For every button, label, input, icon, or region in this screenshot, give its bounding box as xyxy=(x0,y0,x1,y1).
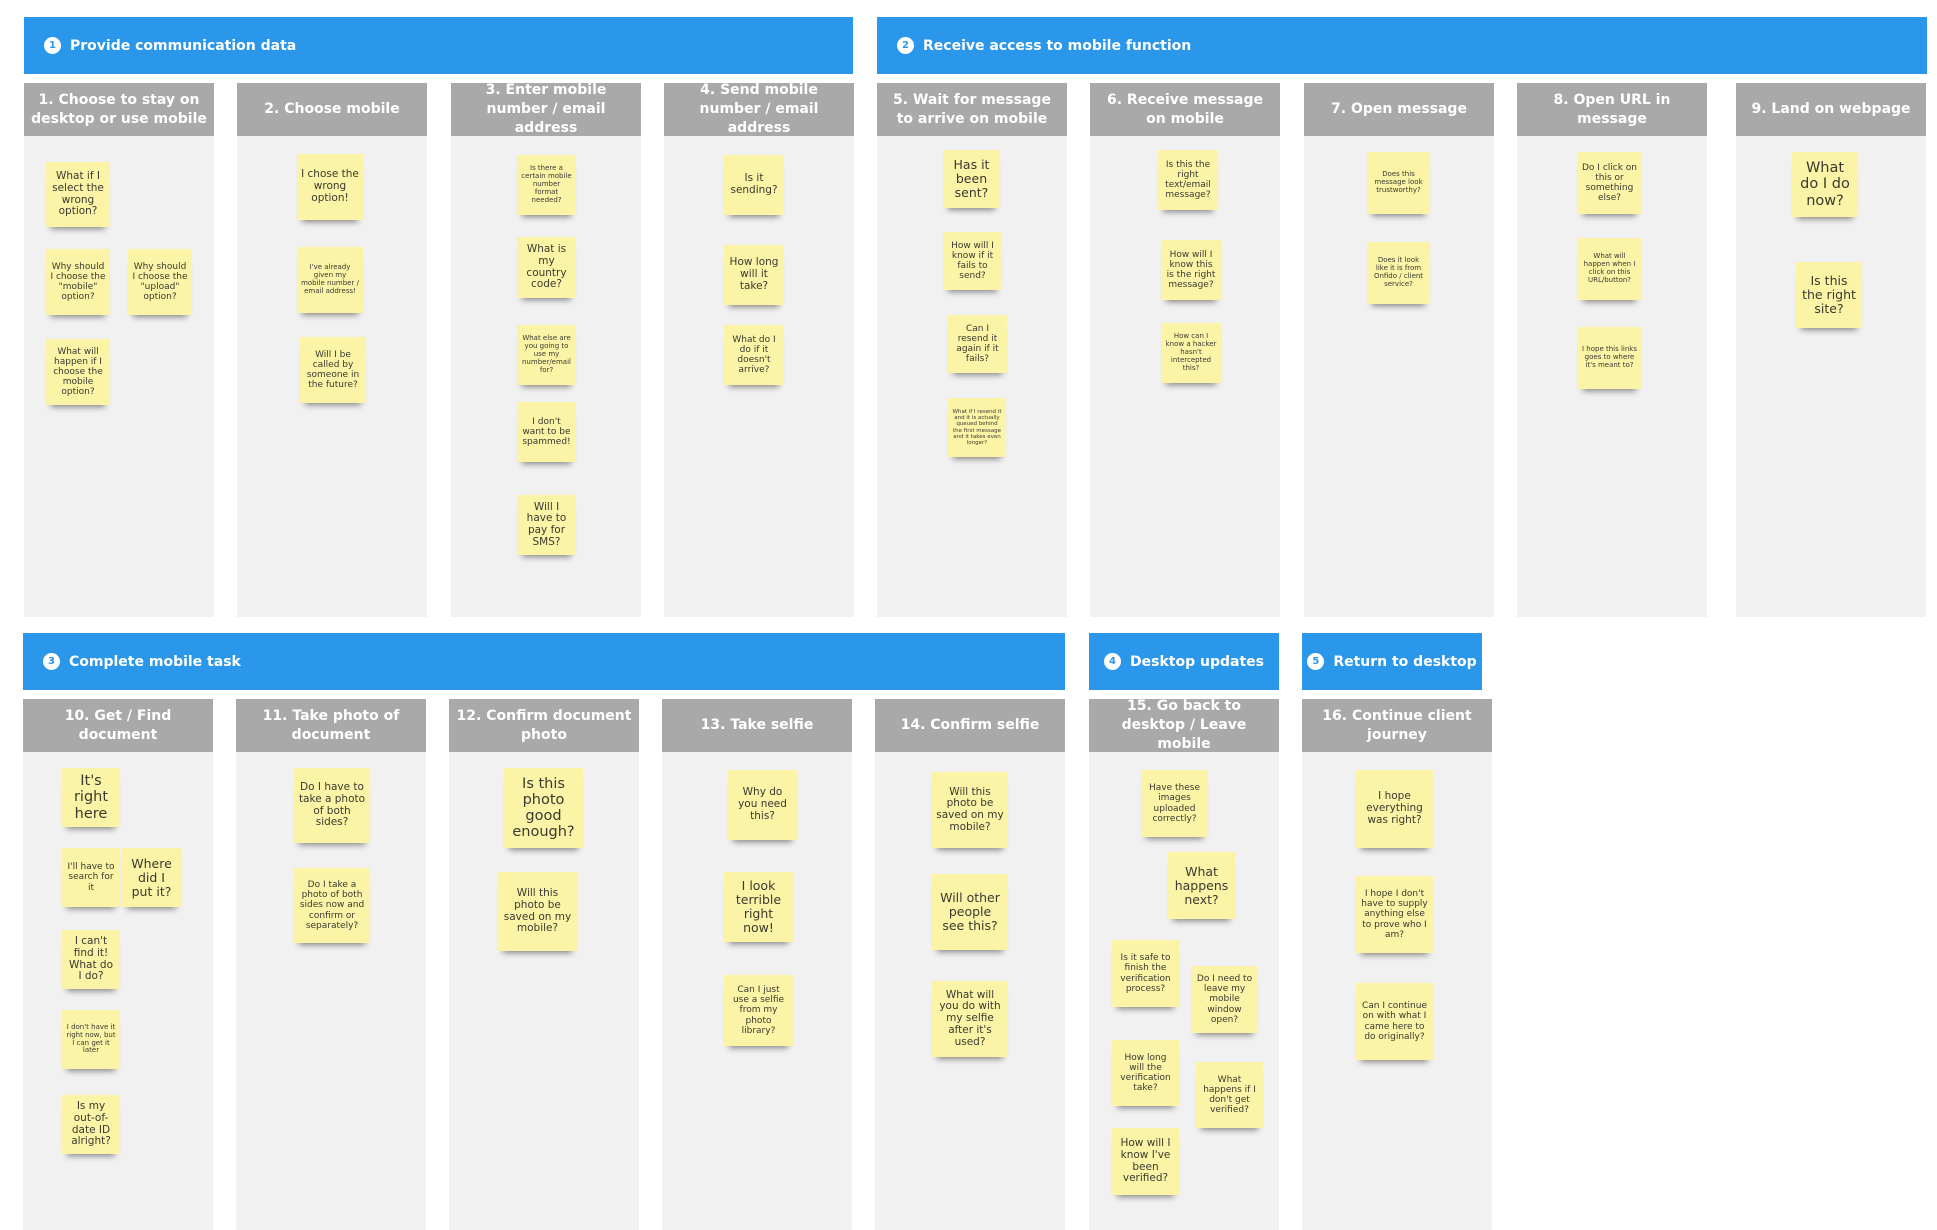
step-header: 4. Send mobile number / email address xyxy=(664,82,854,136)
sticky-note[interactable]: What if I select the wrong option? xyxy=(46,162,110,227)
step-header: 2. Choose mobile xyxy=(237,83,427,136)
sticky-note[interactable]: Is there a certain mobile number format … xyxy=(517,155,576,215)
sticky-note[interactable]: I hope everything was right? xyxy=(1356,770,1433,848)
sticky-note[interactable]: It's right here xyxy=(62,768,120,827)
sticky-note[interactable]: Why should I choose the "upload" option? xyxy=(128,249,192,315)
phase-number-badge: 1 xyxy=(44,37,61,54)
sticky-note[interactable]: I'll have to search for it xyxy=(62,848,120,907)
sticky-note[interactable]: I can't find it! What do I do? xyxy=(62,930,120,989)
sticky-note[interactable]: Where did I put it? xyxy=(122,848,181,907)
phase-header-2: 2 Receive access to mobile function xyxy=(877,17,1927,74)
phase-number-badge: 5 xyxy=(1307,653,1325,670)
sticky-note[interactable]: Do I need to leave my mobile window open… xyxy=(1191,966,1258,1033)
sticky-note[interactable]: I don't want to be spammed! xyxy=(517,402,576,462)
sticky-note[interactable]: What will happen when I click on this UR… xyxy=(1578,238,1641,300)
sticky-note[interactable]: Do I have to take a photo of both sides? xyxy=(294,768,370,843)
sticky-note[interactable]: Is it sending? xyxy=(724,155,784,215)
step-header: 11. Take photo of document xyxy=(236,699,426,752)
sticky-note[interactable]: What do I do if it doesn't arrive? xyxy=(724,325,784,385)
step-header: 8. Open URL in message xyxy=(1517,83,1707,136)
sticky-note[interactable]: Why do you need this? xyxy=(728,770,797,840)
sticky-note[interactable]: I hope this links goes to where it's mea… xyxy=(1578,327,1641,389)
phase-header-1: 1 Provide communication data xyxy=(24,17,853,74)
sticky-note[interactable]: How will I know if it fails to send? xyxy=(943,232,1002,290)
sticky-note[interactable]: What is my country code? xyxy=(517,237,576,298)
sticky-note[interactable]: Does it look like it is from Onfido / cl… xyxy=(1367,242,1430,304)
sticky-note[interactable]: Is this the right text/email message? xyxy=(1158,150,1218,210)
phase-header-5: 5 Return to desktop xyxy=(1302,633,1482,690)
sticky-note[interactable]: What happens next? xyxy=(1168,852,1235,919)
step-header: 14. Confirm selfie xyxy=(875,699,1065,752)
phase-header-3: 3 Complete mobile task xyxy=(23,633,1065,690)
sticky-note[interactable]: Will I have to pay for SMS? xyxy=(517,495,576,555)
sticky-note[interactable]: Is my out-of-date ID alright? xyxy=(62,1095,120,1154)
sticky-note[interactable]: What will you do with my selfie after it… xyxy=(932,981,1008,1057)
sticky-note[interactable]: Is it safe to finish the verification pr… xyxy=(1112,940,1179,1007)
step-header: 13. Take selfie xyxy=(662,699,852,752)
sticky-note[interactable]: What will happen if I choose the mobile … xyxy=(46,339,110,405)
sticky-note[interactable]: What else are you going to use my number… xyxy=(517,325,576,385)
sticky-note[interactable]: Can I just use a selfie from my photo li… xyxy=(724,975,793,1046)
sticky-note[interactable]: Will this photo be saved on my mobile? xyxy=(932,772,1008,848)
phase-header-4: 4 Desktop updates xyxy=(1089,633,1279,690)
phase-title: Receive access to mobile function xyxy=(923,37,1192,54)
sticky-note[interactable]: Do I take a photo of both sides now and … xyxy=(294,868,370,943)
phase-title: Provide communication data xyxy=(70,37,297,54)
sticky-note[interactable]: Can I resend it again if it fails? xyxy=(948,315,1007,373)
phase-title: Complete mobile task xyxy=(69,653,241,670)
sticky-note[interactable]: I chose the wrong option! xyxy=(297,154,363,220)
phase-title: Desktop updates xyxy=(1130,653,1264,670)
step-header: 3. Enter mobile number / email address xyxy=(451,82,641,136)
step-header: 15. Go back to desktop / Leave mobile xyxy=(1089,698,1279,752)
sticky-note[interactable]: Will other people see this? xyxy=(932,874,1008,950)
sticky-note[interactable]: Is this the right site? xyxy=(1796,262,1862,328)
sticky-note[interactable]: Do I click on this or something else? xyxy=(1578,152,1641,214)
sticky-note[interactable]: I hope I don't have to supply anything e… xyxy=(1356,876,1433,953)
sticky-note[interactable]: Have these images uploaded correctly? xyxy=(1141,770,1208,837)
sticky-note[interactable]: I've already given my mobile number / em… xyxy=(297,247,363,313)
sticky-note[interactable]: Does this message look trustworthy? xyxy=(1367,152,1430,214)
step-header: 1. Choose to stay on desktop or use mobi… xyxy=(24,83,214,136)
sticky-note[interactable]: Will this photo be saved on my mobile? xyxy=(498,872,577,951)
sticky-note[interactable]: What if I resend it and it is actually q… xyxy=(948,398,1006,457)
step-header: 6. Receive message on mobile xyxy=(1090,83,1280,136)
phase-title: Return to desktop xyxy=(1333,653,1477,670)
step-header: 7. Open message xyxy=(1304,83,1494,136)
sticky-note[interactable]: I don't have it right now, but I can get… xyxy=(62,1010,120,1069)
sticky-note[interactable]: Can I continue on with what I came here … xyxy=(1356,983,1433,1060)
sticky-note[interactable]: Has it been sent? xyxy=(943,150,1000,208)
sticky-note[interactable]: What happens if I don't get verified? xyxy=(1196,1062,1263,1128)
sticky-note[interactable]: Why should I choose the "mobile" option? xyxy=(46,249,110,315)
sticky-note[interactable]: Will I be called by someone in the futur… xyxy=(300,337,366,403)
step-header: 5. Wait for message to arrive on mobile xyxy=(877,83,1067,136)
sticky-note[interactable]: How can I know a hacker hasn't intercept… xyxy=(1161,323,1221,383)
step-header: 16. Continue client journey xyxy=(1302,699,1492,752)
phase-number-badge: 3 xyxy=(43,653,60,670)
step-header: 10. Get / Find document xyxy=(23,699,213,752)
sticky-note[interactable]: Is this photo good enough? xyxy=(504,768,583,848)
phase-number-badge: 4 xyxy=(1104,653,1122,670)
sticky-note[interactable]: I look terrible right now! xyxy=(724,872,793,942)
sticky-note[interactable]: How will I know I've been verified? xyxy=(1112,1128,1179,1195)
sticky-note[interactable]: What do I do now? xyxy=(1792,152,1858,217)
sticky-note[interactable]: How long will the verification take? xyxy=(1112,1040,1179,1106)
sticky-note[interactable]: How will I know this is the right messag… xyxy=(1161,240,1221,300)
phase-number-badge: 2 xyxy=(897,37,914,54)
step-header: 12. Confirm document photo xyxy=(449,699,639,752)
step-header: 9. Land on webpage xyxy=(1736,83,1926,136)
sticky-note[interactable]: How long will it take? xyxy=(724,245,784,305)
